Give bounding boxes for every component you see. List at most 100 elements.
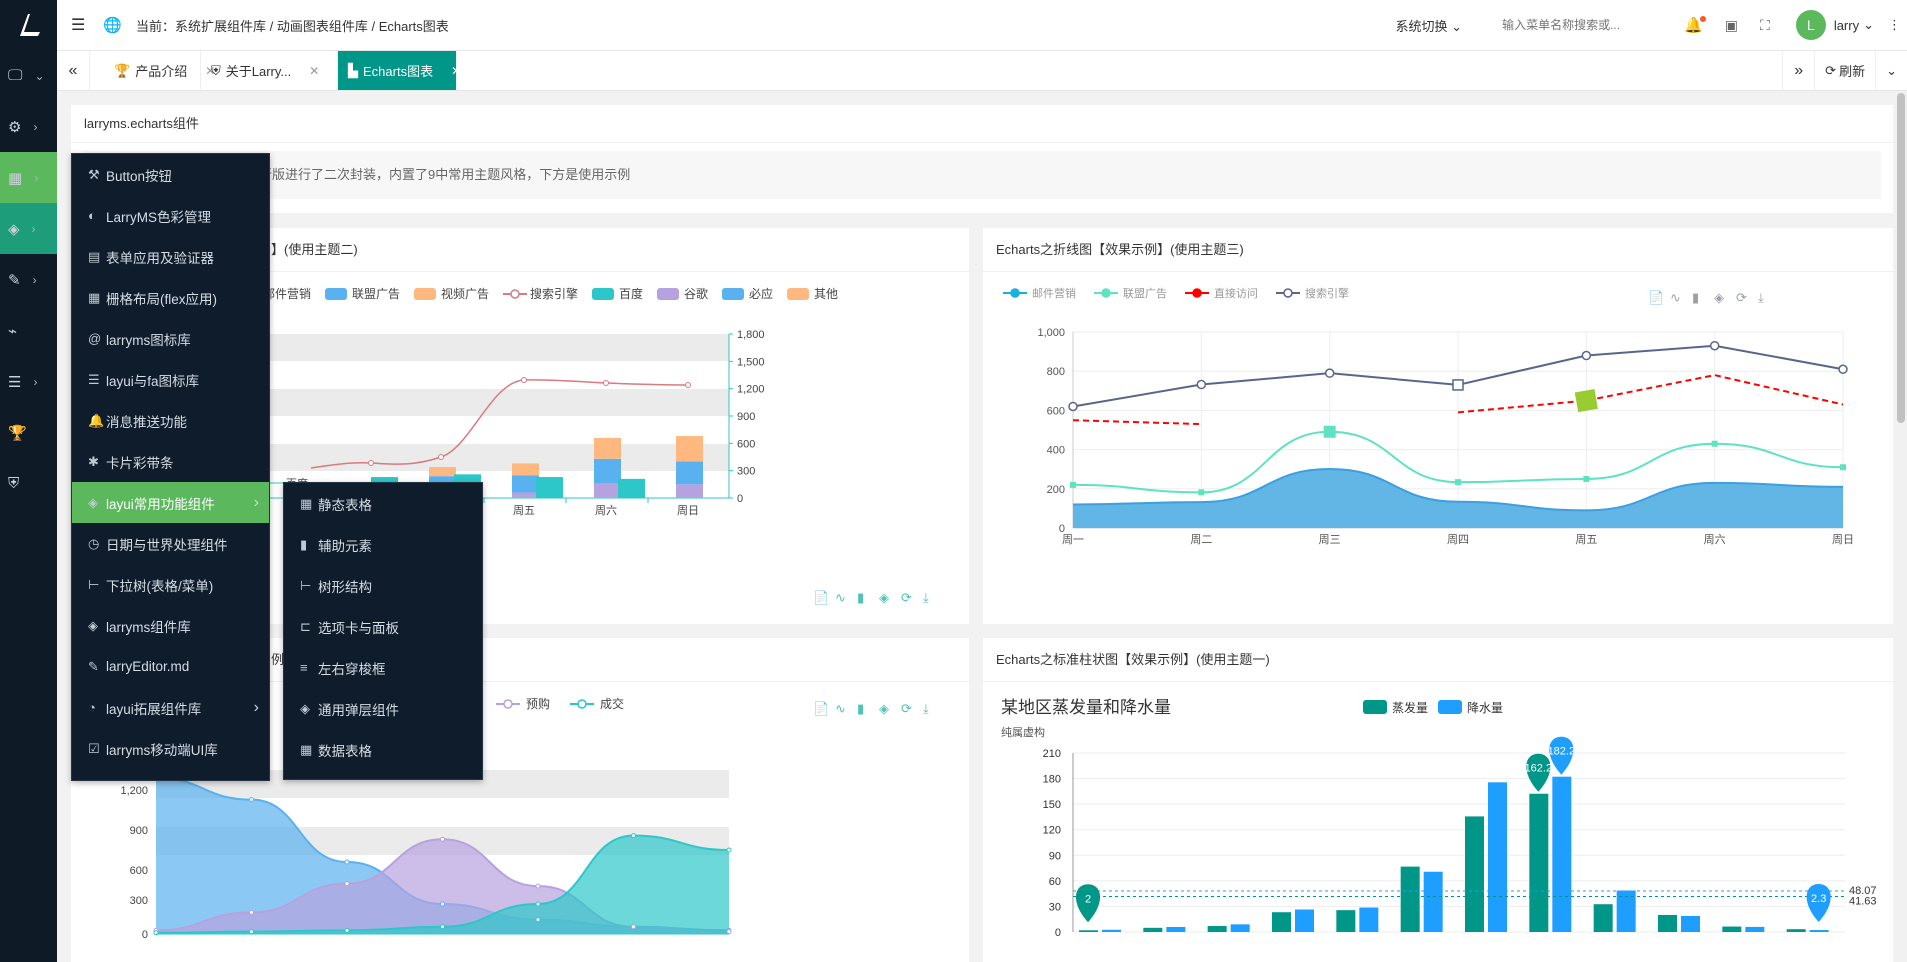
- menu-item[interactable]: @ larryms图标库: [72, 318, 269, 359]
- nav-trophy[interactable]: 🏆: [0, 407, 57, 458]
- menu-item[interactable]: ▦ 栅格布局(flex应用): [72, 277, 269, 318]
- menu-item-label: larryms移动端UI库: [106, 742, 218, 758]
- menu-item[interactable]: ≡ 左右穿梭框: [284, 647, 482, 688]
- nav-stack[interactable]: ☰ ›: [0, 356, 57, 407]
- y-tick-label: 60: [1049, 876, 1061, 888]
- point-union: [1198, 489, 1205, 496]
- system-switch[interactable]: 系统切换 ⌄: [1396, 16, 1463, 35]
- close-icon[interactable]: ✕: [309, 64, 319, 78]
- nav-settings[interactable]: ⚙ ›: [0, 101, 57, 152]
- point-search: [1838, 364, 1848, 374]
- line-point: [685, 382, 691, 388]
- user-name[interactable]: larry: [1834, 18, 1859, 33]
- chart-card-line: Echarts之折线图【效果示例】(使用主题三) 邮件营销 联盟广告 直接访问 搜索引…: [983, 228, 1893, 624]
- grid-icon: ▦: [8, 169, 23, 187]
- table-icon: ▦: [300, 495, 313, 511]
- scrollbar-thumb[interactable]: [1897, 93, 1905, 423]
- tabs-scroll-left[interactable]: «: [57, 51, 90, 90]
- trophy-icon: 🏆: [114, 62, 131, 78]
- menu-item[interactable]: ◈ layui常用功能组件 ›: [72, 482, 269, 523]
- menu-item-label: 左右穿梭框: [318, 661, 386, 677]
- x-tick-label: 周六: [595, 504, 617, 517]
- menu-item[interactable]: ⚒ Button按钮: [72, 154, 269, 195]
- menu-item[interactable]: ☑ larryms移动端UI库: [72, 728, 269, 769]
- menu-item[interactable]: ⊢ 树形结构: [284, 565, 482, 606]
- point-union: [1583, 476, 1590, 482]
- area-point: [726, 847, 732, 853]
- menu-item[interactable]: ▦ 静态表格: [284, 483, 482, 524]
- nav-chart[interactable]: ⌁: [0, 305, 57, 356]
- bar-google: [594, 483, 621, 498]
- menu-item[interactable]: ✱ 卡片彩带条: [72, 441, 269, 482]
- menu-item[interactable]: ◔ layui拓展组件库 ›: [72, 687, 269, 728]
- nav-shield[interactable]: ⛨: [0, 458, 57, 509]
- nav-monitor[interactable]: 🖵 ⌄: [0, 50, 57, 101]
- bell-icon[interactable]: 🔔: [1684, 16, 1706, 34]
- menu-item[interactable]: 🔔 消息推送功能: [72, 400, 269, 441]
- logo: [0, 0, 57, 50]
- line-chart: 邮件营销 联盟广告 直接访问 搜索引擎 📄 ∿ ▮ ◈ ⟳ ⤓1,0008006004002000…: [1003, 286, 1854, 546]
- legend-swatch: [1101, 288, 1111, 298]
- bar-evaporation: [1336, 910, 1356, 932]
- point-search: [1709, 340, 1720, 351]
- menu-item[interactable]: ◐ LarryMS色彩管理: [72, 195, 269, 236]
- menu-toggle-icon[interactable]: ☰: [71, 15, 85, 35]
- menu-item[interactable]: ▤ 表单应用及验证器: [72, 236, 269, 277]
- bars-icon: ▮: [300, 536, 308, 552]
- gear-icon: ⚙: [8, 118, 22, 136]
- y-tick-label: 0: [737, 493, 743, 505]
- lock-icon[interactable]: ▣: [1725, 17, 1738, 34]
- page-scrollbar[interactable]: [1895, 91, 1907, 962]
- y-tick-label: 0: [1055, 927, 1061, 939]
- refresh-button[interactable]: ⟳ 刷新: [1815, 51, 1877, 90]
- menu-item[interactable]: ◈ 通用弹层组件: [284, 688, 482, 729]
- menu-item[interactable]: ⊏ 选项卡与面板: [284, 606, 482, 647]
- sidebar: 🖵 ⌄ ⚙ › ▦ › ◈ › ✎ › ⌁ ☰ › 🏆 ⛨: [0, 0, 57, 962]
- point-union: [1840, 464, 1846, 471]
- fullscreen-icon[interactable]: ⛶: [1760, 17, 1770, 34]
- more-icon[interactable]: ⋮: [1888, 17, 1901, 33]
- restore-icon: ⟳: [901, 590, 912, 605]
- grid-icon: ▦: [88, 289, 101, 305]
- nav-components[interactable]: ▦ ›: [0, 152, 57, 203]
- components-menu: ⚒ Button按钮 ◐ LarryMS色彩管理 ▤ 表单应用及验证器 ▦ 栅格布局(flex…: [71, 153, 270, 781]
- topbar: ☰ 🌐 当前：系统扩展组件库 / 动画图表组件库 / Echarts图表 系统切…: [57, 0, 1907, 51]
- nav-edit[interactable]: ✎ ›: [0, 254, 57, 305]
- system-switch-label: 系统切换: [1395, 18, 1448, 34]
- nav-layers[interactable]: ◈ ›: [0, 203, 57, 254]
- area-point: [440, 836, 445, 842]
- menu-item-label: LarryMS色彩管理: [106, 209, 212, 225]
- menu-item[interactable]: ✎ larryEditor.md: [72, 646, 269, 687]
- menu-item[interactable]: ☰ layui与fa图标库: [72, 359, 269, 400]
- menu-item[interactable]: ▦ 数据表格: [284, 729, 482, 770]
- menu-item[interactable]: ⊢ 下拉树(表格/菜单): [72, 564, 269, 605]
- chart-card-bar: Echarts之标准柱状图【效果示例】(使用主题一) 某地区蒸发量和降水量 纯属虚…: [983, 638, 1893, 962]
- line-point: [521, 377, 527, 383]
- legend-swatch: [1283, 288, 1293, 298]
- legend-swatch: [503, 699, 513, 709]
- y-tick-label: 400: [1047, 445, 1065, 457]
- menu-search-input[interactable]: [1502, 18, 1663, 32]
- tabs-more-dropdown[interactable]: ⌄: [1876, 51, 1907, 90]
- point-search: [1068, 401, 1078, 412]
- globe-icon[interactable]: 🌐: [103, 16, 122, 34]
- tab-product-intro[interactable]: 🏆 产品介绍 ✕: [104, 51, 215, 90]
- chart-subtitle: 纯属虚构: [1001, 725, 1045, 739]
- form-icon: ▤: [88, 248, 101, 264]
- y-tick-label: 1,000: [1037, 327, 1065, 339]
- x-tick-label: 周日: [677, 504, 699, 517]
- min-pin-label: 2.3: [1811, 893, 1826, 905]
- tabs-scroll-right[interactable]: »: [1782, 51, 1816, 90]
- avatar[interactable]: L: [1795, 10, 1826, 40]
- menu-item-label: 栅格布局(flex应用): [106, 291, 217, 307]
- stack-icon: ☰: [88, 371, 100, 387]
- bar-precipitation: [1423, 871, 1443, 932]
- y-tick-label: 0: [142, 929, 148, 941]
- tab-about-larry[interactable]: ⛨ 关于Larry... ✕: [201, 51, 338, 90]
- tab-echarts[interactable]: ▙ Echarts图表 ✕: [338, 51, 461, 90]
- edit-icon: ✎: [88, 658, 99, 674]
- chevron-down-icon[interactable]: ⌄: [1863, 17, 1874, 33]
- menu-item[interactable]: ◈ larryms组件库: [72, 605, 269, 646]
- menu-item[interactable]: ▮ 辅助元素: [284, 524, 482, 565]
- menu-item[interactable]: ◷ 日期与世界处理组件: [72, 523, 269, 564]
